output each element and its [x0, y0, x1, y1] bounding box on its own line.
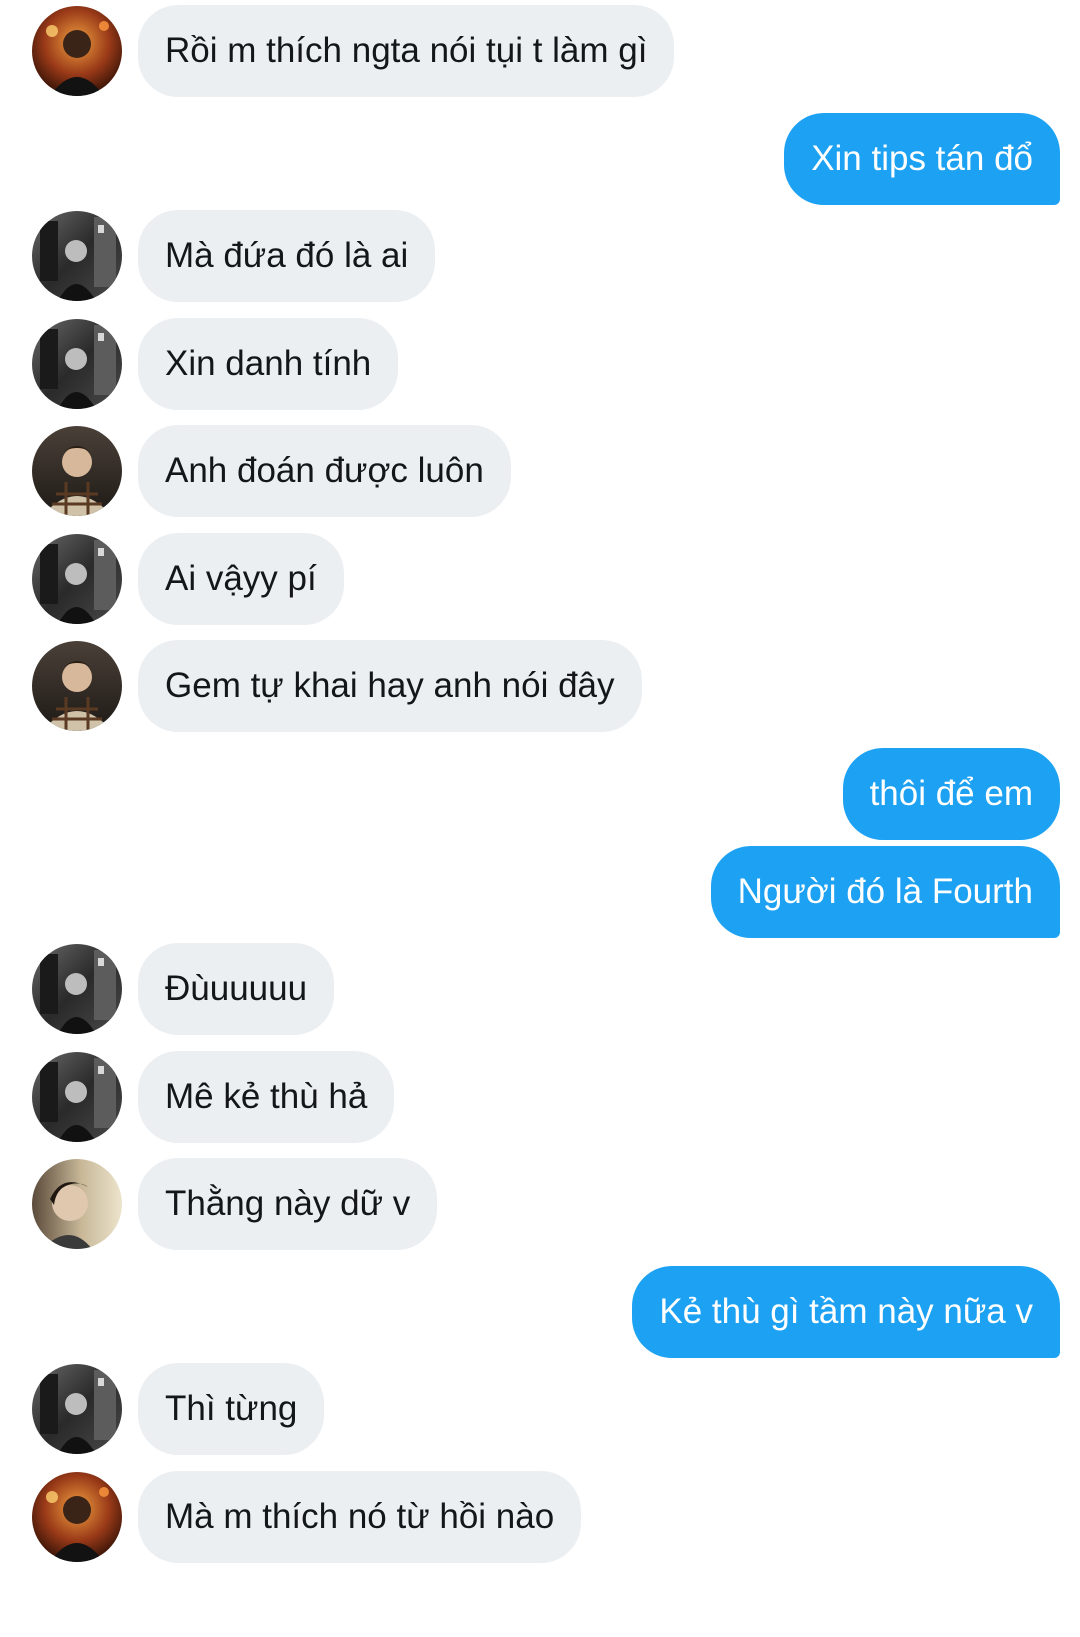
avatar-neon[interactable] — [32, 6, 122, 96]
incoming-message-bubble[interactable]: Xin danh tính — [138, 318, 399, 410]
outgoing-message-bubble[interactable]: Xin tips tán đổ — [784, 113, 1060, 205]
avatar-street[interactable] — [32, 1364, 122, 1454]
message-row: Anh đoán được luôn — [0, 425, 1080, 517]
message-row: Mà m thích nó từ hồi nào — [0, 1471, 1080, 1563]
message-row: Thì từng — [0, 1363, 1080, 1455]
incoming-message-bubble[interactable]: Thì từng — [138, 1363, 325, 1455]
outgoing-message-bubble[interactable]: thôi để em — [842, 748, 1060, 840]
avatar-plaid[interactable] — [32, 426, 122, 516]
message-row: Đùuuuuu — [0, 943, 1080, 1035]
incoming-message-bubble[interactable]: Mà đứa đó là ai — [138, 210, 436, 302]
outgoing-message-bubble[interactable]: Người đó là Fourth — [710, 846, 1060, 938]
message-row: Gem tự khai hay anh nói đây — [0, 640, 1080, 732]
incoming-message-bubble[interactable]: Anh đoán được luôn — [138, 425, 511, 517]
message-row: Mê kẻ thù hả — [0, 1051, 1080, 1143]
outgoing-message-bubble[interactable]: Kẻ thù gì tầm này nữa v — [632, 1266, 1060, 1358]
message-row: Xin tips tán đổ — [0, 113, 1080, 205]
message-row: Rồi m thích ngta nói tụi t làm gì — [0, 5, 1080, 97]
incoming-message-bubble[interactable]: Mê kẻ thù hả — [138, 1051, 395, 1143]
incoming-message-bubble[interactable]: Thằng này dữ v — [138, 1158, 438, 1250]
incoming-message-bubble[interactable]: Ai vậyy pí — [138, 533, 344, 625]
message-row: Xin danh tính — [0, 318, 1080, 410]
avatar-plaid[interactable] — [32, 641, 122, 731]
message-row: Kẻ thù gì tầm này nữa v — [0, 1266, 1080, 1358]
incoming-message-bubble[interactable]: Rồi m thích ngta nói tụi t làm gì — [138, 5, 675, 97]
incoming-message-bubble[interactable]: Mà m thích nó từ hồi nào — [138, 1471, 582, 1563]
avatar-neon[interactable] — [32, 1472, 122, 1562]
message-row: Ai vậyy pí — [0, 533, 1080, 625]
incoming-message-bubble[interactable]: Gem tự khai hay anh nói đây — [138, 640, 642, 732]
message-row: thôi để em — [0, 748, 1080, 840]
avatar-street[interactable] — [32, 1052, 122, 1142]
message-row: Mà đứa đó là ai — [0, 210, 1080, 302]
avatar-portrait[interactable] — [32, 1159, 122, 1249]
message-row: Thằng này dữ v — [0, 1158, 1080, 1250]
avatar-street[interactable] — [32, 211, 122, 301]
avatar-street[interactable] — [32, 319, 122, 409]
incoming-message-bubble[interactable]: Đùuuuuu — [138, 943, 335, 1035]
avatar-street[interactable] — [32, 944, 122, 1034]
avatar-street[interactable] — [32, 534, 122, 624]
message-row: Người đó là Fourth — [0, 846, 1080, 938]
